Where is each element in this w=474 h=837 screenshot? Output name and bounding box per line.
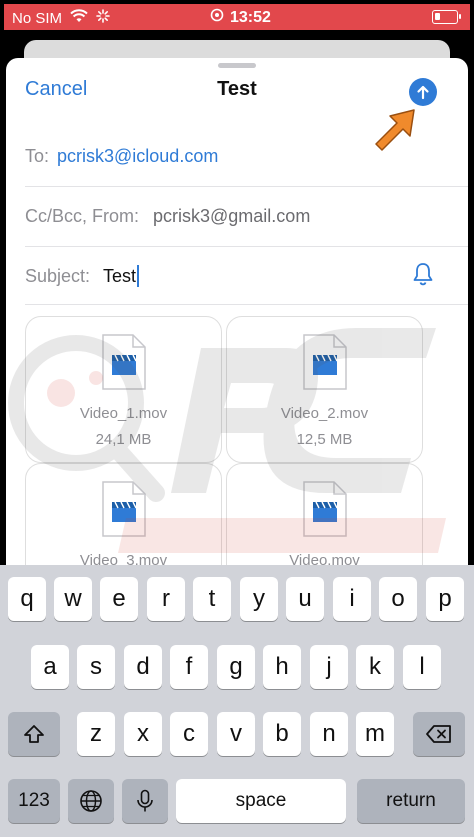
key-x[interactable]: x bbox=[124, 712, 162, 756]
video-file-icon bbox=[302, 333, 348, 396]
key-b[interactable]: b bbox=[263, 712, 301, 756]
attachment-name: Video_1.mov bbox=[79, 405, 168, 422]
attachment-size: 24,1 MB bbox=[95, 431, 152, 448]
microphone-icon bbox=[137, 789, 153, 812]
key-u[interactable]: u bbox=[286, 577, 324, 621]
cc-bcc-from-field[interactable]: Cc/Bcc, From: pcrisk3@gmail.com bbox=[25, 188, 468, 247]
key-k[interactable]: k bbox=[356, 645, 394, 689]
key-a[interactable]: a bbox=[31, 645, 69, 689]
to-recipient[interactable]: pcrisk3@icloud.com bbox=[57, 146, 218, 167]
attachment-tile[interactable]: Video_1.mov 24,1 MB bbox=[25, 316, 222, 463]
activity-spinner-icon bbox=[96, 9, 110, 27]
key-i[interactable]: i bbox=[333, 577, 371, 621]
rotation-lock-icon bbox=[210, 8, 224, 27]
subject-field[interactable]: Subject: Test bbox=[25, 248, 468, 305]
status-bar: No SIM 13:52 bbox=[4, 4, 470, 30]
to-label: To: bbox=[25, 146, 50, 166]
delete-key[interactable] bbox=[413, 712, 465, 756]
key-r[interactable]: r bbox=[147, 577, 185, 621]
attachment-name: Video_2.mov bbox=[280, 405, 369, 422]
numbers-key[interactable]: 123 bbox=[8, 779, 60, 823]
battery-icon bbox=[432, 10, 461, 24]
return-key[interactable]: return bbox=[357, 779, 465, 823]
carrier-label: No SIM bbox=[12, 9, 63, 27]
phone-screen: No SIM 13:52 Cancel Test To: pcrisk3@icl… bbox=[0, 0, 474, 837]
key-g[interactable]: g bbox=[217, 645, 255, 689]
key-l[interactable]: l bbox=[403, 645, 441, 689]
globe-key[interactable] bbox=[68, 779, 114, 823]
key-w[interactable]: w bbox=[54, 577, 92, 621]
attachment-tile[interactable]: Video_2.mov 12,5 MB bbox=[226, 316, 423, 463]
key-f[interactable]: f bbox=[170, 645, 208, 689]
text-cursor bbox=[137, 265, 139, 287]
key-v[interactable]: v bbox=[217, 712, 255, 756]
clock: 13:52 bbox=[230, 8, 271, 26]
key-y[interactable]: y bbox=[240, 577, 278, 621]
video-file-icon bbox=[302, 480, 348, 543]
bell-icon[interactable] bbox=[412, 262, 434, 291]
arrow-up-icon bbox=[417, 85, 429, 100]
attachment-size: 12,5 MB bbox=[296, 431, 353, 448]
key-s[interactable]: s bbox=[77, 645, 115, 689]
key-c[interactable]: c bbox=[170, 712, 208, 756]
key-e[interactable]: e bbox=[100, 577, 138, 621]
space-key[interactable]: space bbox=[176, 779, 346, 823]
key-q[interactable]: q bbox=[8, 577, 46, 621]
key-n[interactable]: n bbox=[310, 712, 348, 756]
wifi-icon bbox=[70, 9, 88, 27]
key-m[interactable]: m bbox=[356, 712, 394, 756]
video-file-icon bbox=[101, 480, 147, 543]
subject-input[interactable]: Test bbox=[103, 266, 136, 287]
subject-label: Subject: bbox=[25, 266, 91, 286]
key-p[interactable]: p bbox=[426, 577, 464, 621]
to-field[interactable]: To: pcrisk3@icloud.com bbox=[25, 130, 468, 187]
key-d[interactable]: d bbox=[124, 645, 162, 689]
keyboard: q w e r t y u i o p a s d f g h j k l z bbox=[0, 565, 474, 837]
key-t[interactable]: t bbox=[193, 577, 231, 621]
shift-icon bbox=[24, 725, 44, 743]
backspace-icon bbox=[426, 725, 451, 743]
send-button[interactable] bbox=[409, 78, 437, 106]
key-h[interactable]: h bbox=[263, 645, 301, 689]
cc-bcc-from-label: Cc/Bcc, From: bbox=[25, 206, 140, 226]
from-address[interactable]: pcrisk3@gmail.com bbox=[153, 206, 310, 227]
dictation-key[interactable] bbox=[122, 779, 168, 823]
globe-icon bbox=[80, 790, 102, 812]
key-z[interactable]: z bbox=[77, 712, 115, 756]
key-o[interactable]: o bbox=[379, 577, 417, 621]
compose-title: Test bbox=[217, 78, 257, 100]
video-file-icon bbox=[101, 333, 147, 396]
key-j[interactable]: j bbox=[310, 645, 348, 689]
shift-key[interactable] bbox=[8, 712, 60, 756]
